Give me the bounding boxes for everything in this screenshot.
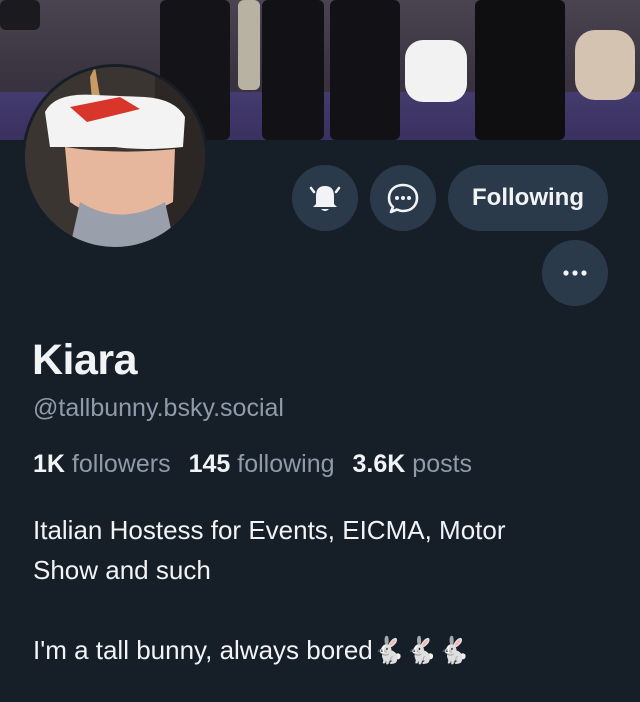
followers-stat[interactable]: 1K followers [33,450,171,479]
followers-count: 1K [33,450,65,478]
profile-bio: Italian Hostess for Events, EICMA, Motor… [33,510,623,670]
message-button[interactable] [370,165,437,231]
bell-icon [309,186,341,211]
following-count: 145 [188,450,231,478]
following-label: following [237,450,335,478]
avatar-image [25,67,205,247]
chat-bubble-icon [387,183,419,214]
banner-figure [262,0,324,140]
banner-figure [238,0,260,90]
banner-figure [575,30,635,100]
banner-figure [330,0,400,140]
following-button[interactable]: Following [448,165,608,231]
bio-line: I'm a tall bunny, always bored🐇🐇🐇 [33,635,470,665]
profile-stats: 1K followers 145 following 3.6K posts [33,450,472,479]
banner-figure [405,40,467,102]
avatar[interactable] [22,64,208,250]
profile-actions: Following [292,165,608,231]
posts-count: 3.6K [352,450,406,478]
banner-figure [0,0,40,30]
profile-handle: @tallbunny.bsky.social [33,394,284,422]
display-name: Kiara [32,336,138,384]
following-stat[interactable]: 145 following [189,450,335,479]
banner-figure [475,0,565,140]
notify-button[interactable] [292,165,359,231]
more-options-button[interactable] [542,240,608,306]
more-horizontal-icon [563,270,587,276]
bio-line: Italian Hostess for Events, EICMA, Motor [33,515,506,545]
bio-spacer [33,590,623,630]
posts-stat: 3.6K posts [353,450,473,479]
posts-label: posts [412,450,473,478]
bio-line: Show and such [33,555,211,585]
followers-label: followers [71,450,171,478]
